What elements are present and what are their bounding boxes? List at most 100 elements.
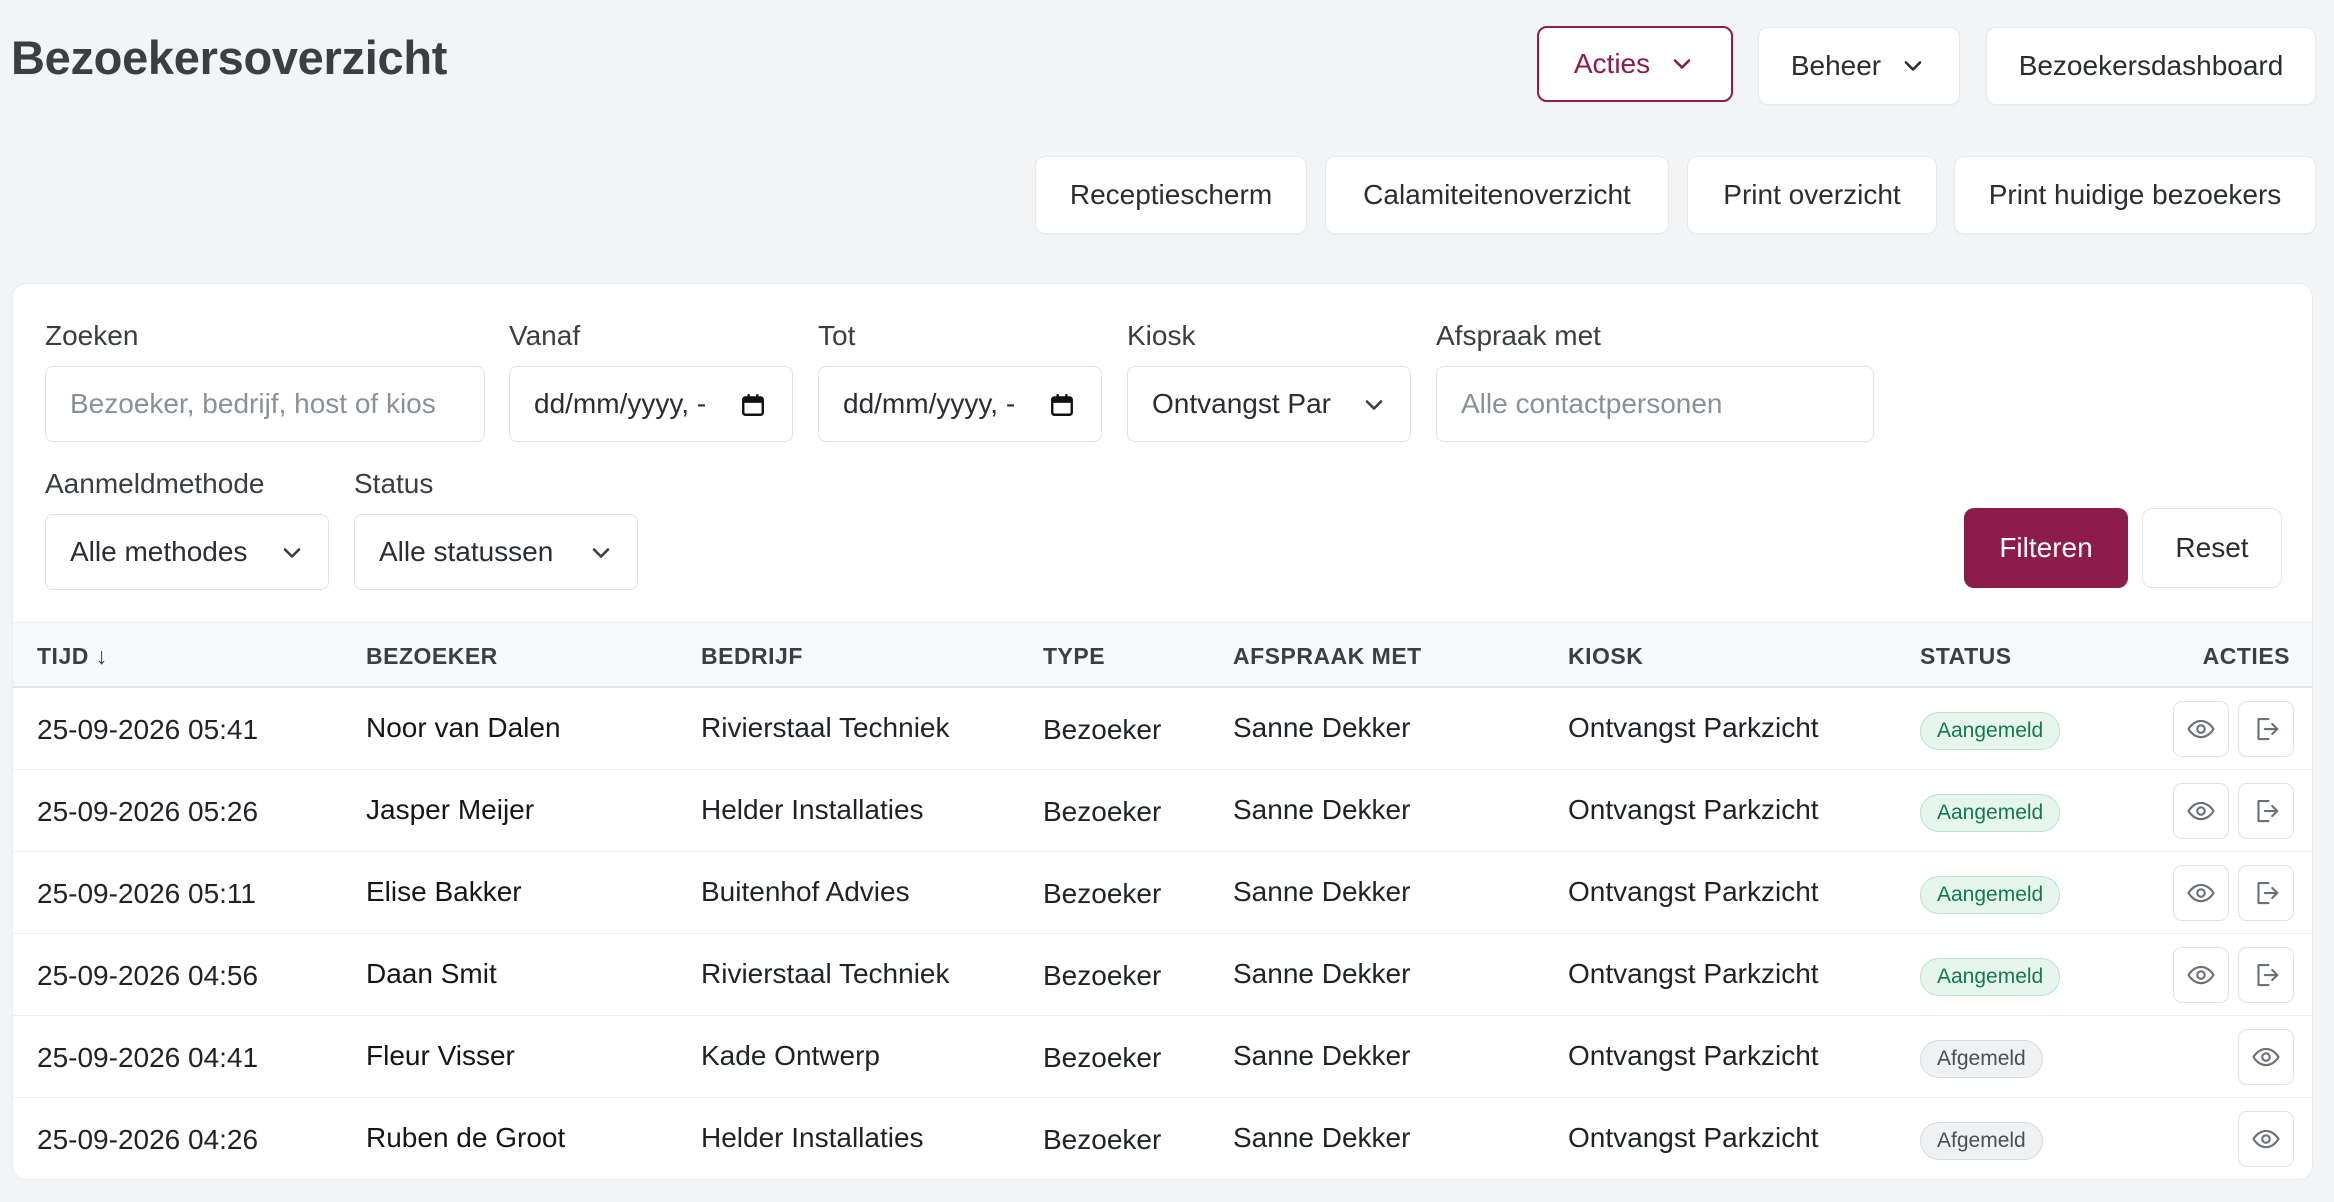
- chevron-down-icon: [278, 539, 306, 567]
- view-button[interactable]: [2238, 1029, 2294, 1085]
- cell-bezoeker: Noor van Dalen: [366, 712, 561, 743]
- table-row[interactable]: 25-09-2026 04:56 Daan Smit Rivierstaal Tec…: [13, 934, 2312, 1016]
- view-button[interactable]: [2173, 701, 2229, 757]
- chevron-down-icon: [1668, 50, 1696, 78]
- cell-bedrijf: Helder Installaties: [701, 794, 924, 825]
- cell-tijd: 25-09-2026 04:56: [37, 960, 259, 991]
- status-label: Status: [354, 468, 434, 499]
- cell-bedrijf: Helder Installaties: [701, 1122, 924, 1153]
- view-icon: [2186, 796, 2216, 826]
- print-overzicht-label: Print overzicht: [1723, 179, 1901, 210]
- reset-button[interactable]: Reset: [2142, 508, 2282, 588]
- view-button[interactable]: [2173, 783, 2229, 839]
- cell-bedrijf: Rivierstaal Techniek: [701, 712, 950, 743]
- view-button[interactable]: [2173, 865, 2229, 921]
- cell-bezoeker: Elise Bakker: [366, 876, 522, 907]
- aanmeldmethode-value: Alle methodes: [70, 536, 248, 567]
- column-header-acties: ACTIES: [2202, 643, 2290, 669]
- cell-bedrijf: Rivierstaal Techniek: [701, 958, 950, 989]
- status-select[interactable]: Alle statussen: [354, 514, 638, 590]
- page-title: Bezoekersoverzicht: [11, 31, 448, 84]
- table-row[interactable]: 25-09-2026 04:41 Fleur Visser Kade Ontwerp…: [13, 1016, 2312, 1098]
- vanaf-value: dd/mm/yyyy, -: [534, 388, 707, 419]
- table-row[interactable]: 25-09-2026 05:11 Elise Bakker Buitenhof Ad…: [13, 852, 2312, 934]
- cell-kiosk: Ontvangst Parkzicht: [1568, 876, 1819, 907]
- table-row[interactable]: 25-09-2026 04:26 Ruben de Groot Helder Ins…: [13, 1098, 2312, 1179]
- table-header: TIJD ↓ BEZOEKER BEDRIJF TYPE AFSPRAAK ME…: [13, 622, 2312, 688]
- cell-kiosk: Ontvangst Parkzicht: [1568, 1122, 1819, 1153]
- tot-label: Tot: [818, 320, 856, 351]
- print-overzicht-button[interactable]: Print overzicht: [1687, 156, 1937, 234]
- cell-bedrijf: Kade Ontwerp: [701, 1040, 880, 1071]
- cell-kiosk: Ontvangst Parkzicht: [1568, 958, 1819, 989]
- table-row[interactable]: 25-09-2026 05:41 Noor van Dalen Rivierstaa…: [13, 688, 2312, 770]
- view-icon: [2186, 960, 2216, 990]
- column-header-kiosk: KIOSK: [1568, 643, 1644, 669]
- cell-afspraak-met: Sanne Dekker: [1233, 794, 1411, 825]
- chevron-down-icon: [1899, 52, 1927, 80]
- view-button[interactable]: [2238, 1111, 2294, 1167]
- cell-afspraak-met: Sanne Dekker: [1233, 1122, 1411, 1153]
- cell-bezoeker: Fleur Visser: [366, 1040, 515, 1071]
- status-badge: Aangemeld: [1920, 794, 2061, 832]
- cell-tijd: 25-09-2026 04:26: [37, 1124, 259, 1155]
- bezoekersdashboard-button[interactable]: Bezoekersdashboard: [1986, 27, 2316, 105]
- filter-button[interactable]: Filteren: [1964, 508, 2128, 588]
- receptiescherm-button[interactable]: Receptiescherm: [1035, 156, 1307, 234]
- view-icon: [2186, 878, 2216, 908]
- cell-type: Bezoeker: [1043, 878, 1162, 909]
- status-badge: Aangemeld: [1920, 712, 2061, 750]
- beheer-dropdown-button[interactable]: Beheer: [1758, 27, 1960, 105]
- acties-label: Acties: [1573, 48, 1651, 79]
- calendar-icon[interactable]: [740, 391, 766, 419]
- checkout-button[interactable]: [2238, 783, 2294, 839]
- vanaf-date-input[interactable]: dd/mm/yyyy, -: [509, 366, 793, 442]
- status-value: Alle statussen: [379, 536, 554, 567]
- table-body: 25-09-2026 05:41 Noor van Dalen Rivierstaa…: [13, 688, 2312, 1179]
- cell-bedrijf: Buitenhof Advies: [701, 876, 910, 907]
- cell-tijd: 25-09-2026 04:41: [37, 1042, 259, 1073]
- table-row[interactable]: 25-09-2026 05:26 Jasper Meijer Helder Inst…: [13, 770, 2312, 852]
- receptiescherm-label: Receptiescherm: [1069, 179, 1273, 210]
- column-header-bedrijf: BEDRIJF: [701, 643, 803, 669]
- cell-afspraak-met: Sanne Dekker: [1233, 712, 1411, 743]
- print-huidige-bezoekers-button[interactable]: Print huidige bezoekers: [1954, 156, 2316, 234]
- column-header-bezoeker: BEZOEKER: [366, 643, 498, 669]
- tot-date-input[interactable]: dd/mm/yyyy, -: [818, 366, 1102, 442]
- cell-bezoeker: Jasper Meijer: [366, 794, 535, 825]
- cell-afspraak-met: Sanne Dekker: [1233, 1040, 1411, 1071]
- calamiteitenoverzicht-button[interactable]: Calamiteitenoverzicht: [1325, 156, 1669, 234]
- chevron-down-icon: [587, 539, 615, 567]
- search-input[interactable]: Bezoeker, bedrijf, host of kios: [45, 366, 485, 442]
- aanmeldmethode-select[interactable]: Alle methodes: [45, 514, 329, 590]
- checkout-icon: [2251, 714, 2281, 744]
- cell-bezoeker: Ruben de Groot: [366, 1122, 566, 1153]
- checkout-icon: [2251, 878, 2281, 908]
- visitors-card: Zoeken Bezoeker, bedrijf, host of kios V…: [12, 283, 2313, 1180]
- kiosk-value: Ontvangst Par: [1152, 388, 1331, 419]
- status-badge: Afgemeld: [1920, 1040, 2043, 1078]
- status-badge: Afgemeld: [1920, 1122, 2043, 1160]
- checkout-icon: [2251, 796, 2281, 826]
- cell-kiosk: Ontvangst Parkzicht: [1568, 1040, 1819, 1071]
- cell-tijd: 25-09-2026 05:11: [37, 878, 256, 909]
- kiosk-label: Kiosk: [1127, 320, 1196, 351]
- checkout-button[interactable]: [2238, 865, 2294, 921]
- afspraak-met-input[interactable]: Alle contactpersonen: [1436, 366, 1874, 442]
- cell-type: Bezoeker: [1043, 1124, 1162, 1155]
- checkout-button[interactable]: [2238, 947, 2294, 1003]
- status-badge: Aangemeld: [1920, 876, 2061, 914]
- cell-bezoeker: Daan Smit: [366, 958, 497, 989]
- view-button[interactable]: [2173, 947, 2229, 1003]
- acties-dropdown-button[interactable]: Acties: [1537, 26, 1733, 102]
- search-placeholder: Bezoeker, bedrijf, host of kios: [70, 388, 436, 419]
- beheer-label: Beheer: [1790, 50, 1882, 81]
- calamiteitenoverzicht-label: Calamiteitenoverzicht: [1363, 179, 1631, 210]
- cell-type: Bezoeker: [1043, 1042, 1162, 1073]
- column-header-tijd[interactable]: TIJD ↓: [37, 643, 108, 670]
- cell-kiosk: Ontvangst Parkzicht: [1568, 794, 1819, 825]
- cell-tijd: 25-09-2026 05:41: [37, 714, 259, 745]
- calendar-icon[interactable]: [1049, 391, 1075, 419]
- kiosk-select[interactable]: Ontvangst Par: [1127, 366, 1411, 442]
- checkout-button[interactable]: [2238, 701, 2294, 757]
